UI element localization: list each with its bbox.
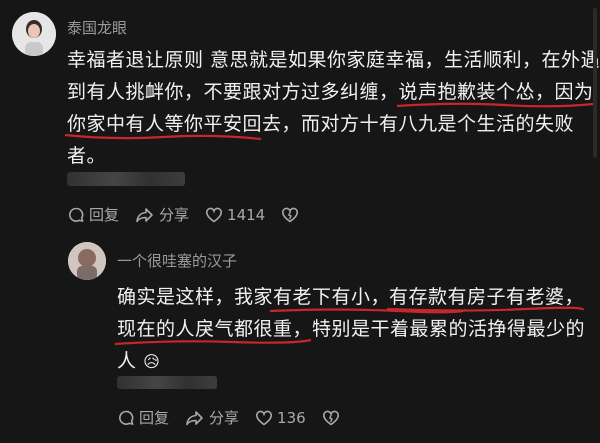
reply-button[interactable]: 回复 bbox=[117, 407, 169, 428]
comment-actions: 回复 分享 1414 bbox=[67, 204, 319, 225]
comment-line: 者。 bbox=[67, 145, 107, 167]
dislike-button[interactable] bbox=[281, 206, 303, 224]
like-count: 136 bbox=[277, 408, 306, 427]
reply-button[interactable]: 回复 bbox=[67, 204, 119, 225]
emoji: 😥 bbox=[143, 352, 161, 371]
avatar[interactable] bbox=[12, 12, 56, 56]
comment-username[interactable]: 一个很哇塞的汉子 bbox=[117, 250, 237, 271]
comment-line: 到有人挑衅你，不要跟对方过多纠缠，说声抱歉装个怂，因为 bbox=[67, 76, 593, 108]
comment-text: 幸福者退让原则 意思就是如果你家庭幸福，生活顺利，在外遇 到有人挑衅你，不要跟对… bbox=[64, 44, 600, 172]
dislike-button[interactable] bbox=[322, 409, 344, 427]
underlined-phrase: 有存款有房子有老婆， bbox=[386, 286, 585, 312]
comment-line: 人 😥 bbox=[117, 350, 161, 372]
comment-text: 确实是这样，我家有老下有小，有老下有小，有存款有房子有老婆， 现在的人戾气都很重… bbox=[114, 281, 587, 378]
heart-icon bbox=[206, 207, 223, 222]
avatar-photo-icon bbox=[12, 12, 56, 56]
underlined-phrase: 现在的人戾气都很重 bbox=[114, 318, 312, 346]
dislike-heart-icon bbox=[322, 410, 339, 425]
share-button[interactable]: 分享 bbox=[135, 204, 189, 225]
blurred-meta bbox=[117, 376, 217, 389]
comment-line: 确实是这样，我家有老下有小，有老下有小，有存款有房子有老婆， bbox=[117, 281, 587, 314]
like-count: 1414 bbox=[227, 205, 266, 224]
share-icon bbox=[186, 410, 203, 425]
underlined-phrase: 说声抱歉装个怂，因为 bbox=[396, 81, 594, 108]
comment-username[interactable]: 泰国龙眼 bbox=[67, 17, 127, 38]
comment-line: 幸福者退让原则 意思就是如果你家庭幸福，生活顺利，在外遇 bbox=[67, 49, 600, 71]
underlined-phrase: 有老下有小， bbox=[269, 286, 467, 314]
scrollbar[interactable] bbox=[593, 8, 597, 158]
dislike-heart-icon bbox=[282, 207, 299, 222]
like-button[interactable]: 136 bbox=[255, 409, 306, 427]
reply-icon bbox=[69, 207, 84, 222]
comment-line: 现在的人戾气都很重 ，特别是干着最累的活挣得最少的 bbox=[114, 313, 587, 346]
blurred-meta bbox=[67, 172, 185, 186]
like-button[interactable]: 1414 bbox=[205, 206, 265, 224]
comment-line: 你家中有人等你平安回去 ，而对方十有八九是个生活的失败 bbox=[64, 108, 587, 141]
reply-icon bbox=[119, 410, 134, 425]
underlined-phrase: 你家中有人等你平安回去 bbox=[64, 113, 282, 141]
comment-actions: 回复 分享 136 bbox=[117, 407, 360, 428]
heart-icon bbox=[256, 410, 273, 425]
share-button[interactable]: 分享 bbox=[185, 407, 239, 428]
share-icon bbox=[136, 207, 153, 222]
avatar[interactable] bbox=[68, 242, 106, 280]
avatar-photo-icon bbox=[68, 242, 106, 280]
